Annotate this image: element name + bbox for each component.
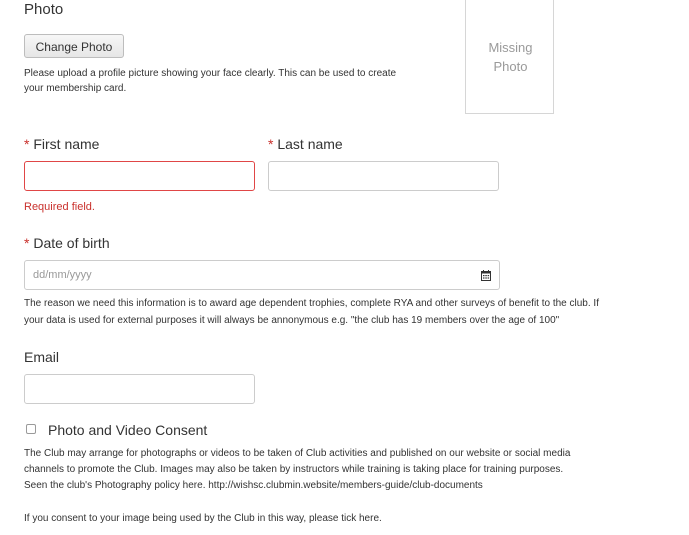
first-name-error: Required field. <box>24 201 95 213</box>
first-name-label-text: First name <box>33 136 100 152</box>
photo-label: Photo <box>24 1 64 18</box>
required-mark: * <box>268 136 274 152</box>
consent-label: Photo and Video Consent <box>48 422 208 438</box>
last-name-label: * Last name <box>268 136 343 152</box>
dob-placeholder: dd/mm/yyyy <box>33 269 92 281</box>
last-name-label-text: Last name <box>277 136 343 152</box>
required-mark: * <box>24 136 30 152</box>
first-name-input[interactable] <box>24 161 255 191</box>
consent-text-line2: channels to promote the Club. Images may… <box>24 464 564 475</box>
required-mark: * <box>24 235 30 251</box>
first-name-label: * First name <box>24 136 99 152</box>
consent-text-line3: Seen the club's Photography policy here.… <box>24 480 483 491</box>
email-input[interactable] <box>24 374 255 404</box>
photo-preview[interactable]: Missing Photo <box>465 0 554 114</box>
change-photo-button[interactable]: Change Photo <box>24 34 124 58</box>
dob-help-line2: your data is used for external purposes … <box>24 315 560 326</box>
consent-tick-prompt: If you consent to your image being used … <box>24 513 382 524</box>
dob-label: * Date of birth <box>24 235 110 251</box>
photo-help-line1: Please upload a profile picture showing … <box>24 68 397 79</box>
photo-help-line2: your membership card. <box>24 83 127 94</box>
missing-photo-line2: Photo <box>493 59 528 74</box>
consent-checkbox[interactable] <box>26 424 36 434</box>
dob-label-text: Date of birth <box>33 235 110 251</box>
dob-input[interactable]: dd/mm/yyyy <box>24 260 500 290</box>
dob-help-line1: The reason we need this information is t… <box>24 298 599 309</box>
email-label: Email <box>24 349 60 365</box>
consent-text-line1: The Club may arrange for photographs or … <box>24 448 571 459</box>
last-name-input[interactable] <box>268 161 499 191</box>
calendar-icon[interactable] <box>481 270 491 281</box>
missing-photo-line1: Missing <box>488 40 533 55</box>
missing-photo-text: Missing Photo <box>466 38 555 76</box>
